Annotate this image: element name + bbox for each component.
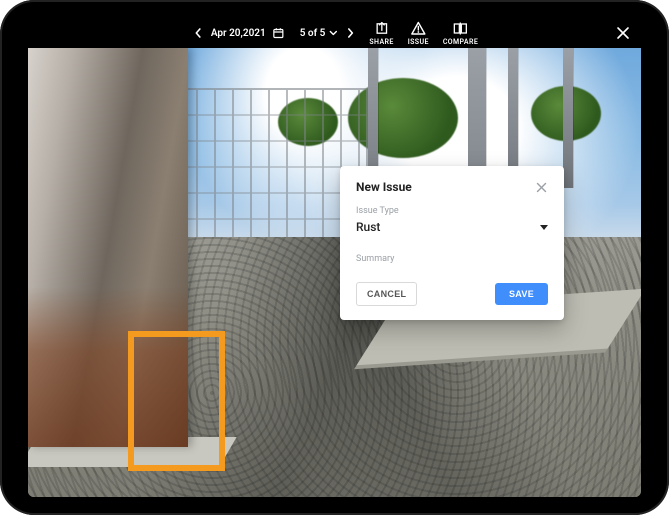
dialog-title: New Issue xyxy=(356,180,412,194)
calendar-icon[interactable] xyxy=(272,26,286,40)
cancel-button[interactable]: CANCEL xyxy=(356,282,417,306)
issue-highlight-rect[interactable] xyxy=(128,331,225,471)
close-viewer-button[interactable] xyxy=(615,25,631,41)
prev-date-button[interactable] xyxy=(191,26,205,40)
date-navigator: Apr 20,2021 xyxy=(191,26,286,40)
new-issue-dialog: New Issue Issue Type Rust Summary CANCEL… xyxy=(340,166,564,320)
dialog-actions: CANCEL SAVE xyxy=(356,282,548,306)
issue-type-field-label: Issue Type xyxy=(356,206,548,216)
next-page-button[interactable] xyxy=(345,28,355,38)
photo-background xyxy=(563,48,573,188)
save-button[interactable]: SAVE xyxy=(495,283,548,305)
dialog-header: New Issue xyxy=(356,180,548,194)
toolbar-center: Apr 20,2021 5 of 5 xyxy=(191,20,478,46)
counter-dropdown-icon xyxy=(329,29,337,37)
date-label[interactable]: Apr 20,2021 xyxy=(211,28,266,39)
issue-type-select[interactable]: Rust xyxy=(356,220,548,240)
counter-text: 5 of 5 xyxy=(300,28,326,39)
chevron-down-icon xyxy=(540,225,548,230)
share-button[interactable]: SHARE xyxy=(369,20,393,46)
compare-label: COMPARE xyxy=(443,38,478,46)
top-toolbar: Apr 20,2021 5 of 5 xyxy=(28,18,641,48)
page-counter[interactable]: 5 of 5 xyxy=(300,28,356,39)
share-icon xyxy=(374,20,390,36)
summary-field-label: Summary xyxy=(356,254,548,264)
photo-background xyxy=(158,88,368,248)
compare-icon xyxy=(452,20,468,36)
issue-button[interactable]: ISSUE xyxy=(408,20,429,46)
tablet-frame: Apr 20,2021 5 of 5 xyxy=(0,0,669,515)
issue-icon xyxy=(410,20,426,36)
compare-button[interactable]: COMPARE xyxy=(443,20,478,46)
share-label: SHARE xyxy=(369,38,393,46)
issue-type-value: Rust xyxy=(356,220,380,234)
screen: Apr 20,2021 5 of 5 xyxy=(28,18,641,497)
dialog-close-button[interactable] xyxy=(534,180,548,194)
issue-label: ISSUE xyxy=(408,38,429,46)
